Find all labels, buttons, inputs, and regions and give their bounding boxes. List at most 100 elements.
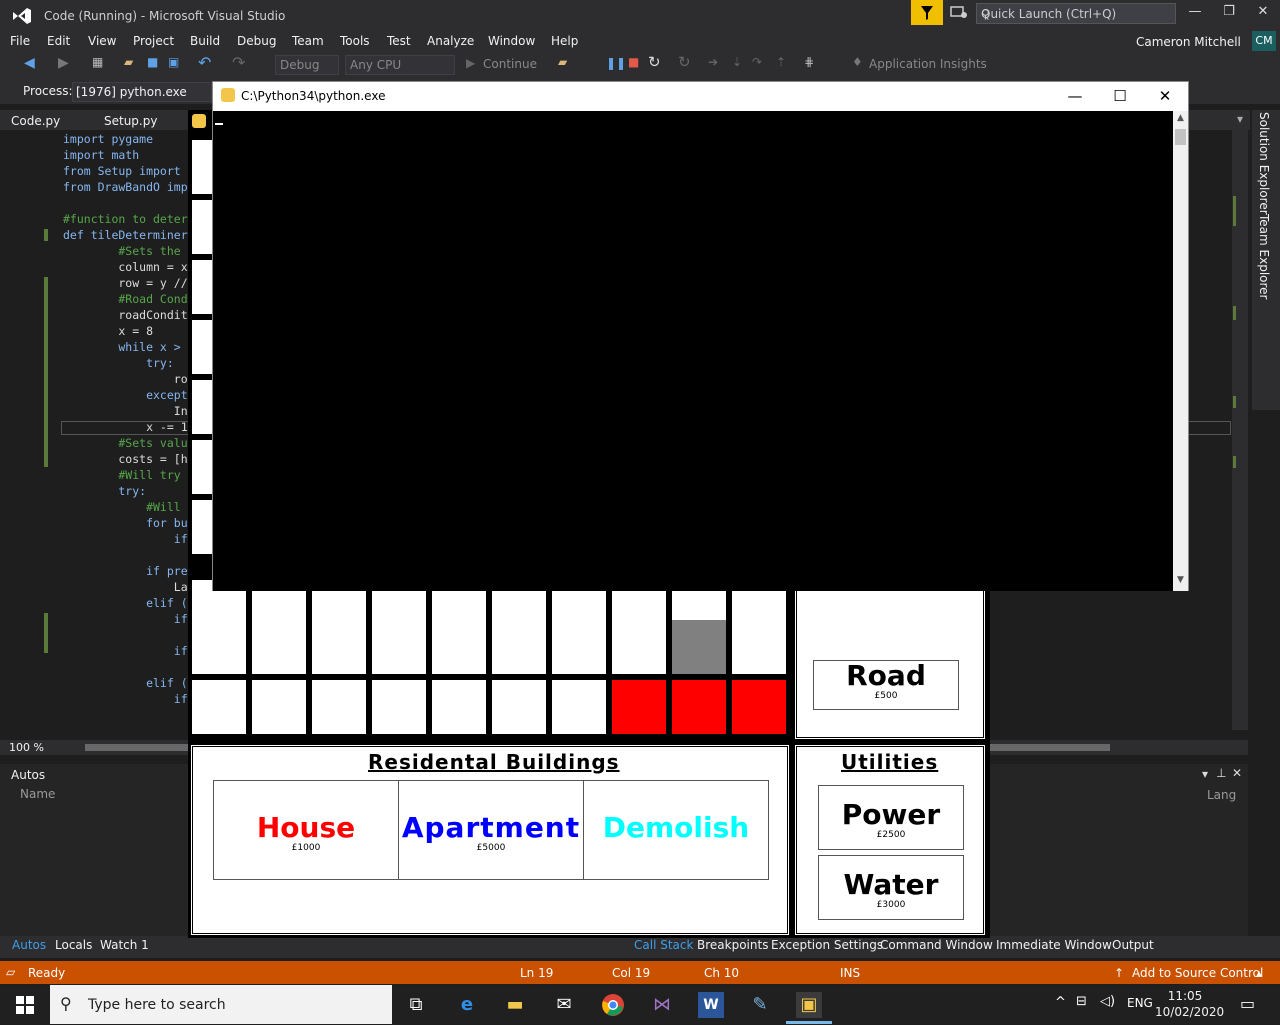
grid-tile[interactable] <box>492 680 546 734</box>
tab-immediate-window[interactable]: Immediate Window <box>996 938 1112 952</box>
grid-tile[interactable] <box>192 680 246 734</box>
mail-icon[interactable]: ✉ <box>551 992 577 1018</box>
visual-studio-icon[interactable]: ⋈ <box>649 992 675 1018</box>
open-file-icon[interactable]: ▰ <box>124 55 133 69</box>
tab-autos[interactable]: Autos <box>12 938 46 952</box>
minimize-button[interactable]: — <box>1180 4 1210 24</box>
forward-icon[interactable]: ▶ <box>58 55 69 71</box>
grid-tile-house[interactable] <box>732 680 786 734</box>
network-icon[interactable]: ⊟ <box>1076 994 1087 1009</box>
platform-dropdown[interactable]: Any CPU <box>345 55 455 75</box>
team-explorer-tab[interactable]: Team Explorer <box>1257 214 1271 300</box>
console-minimize-button[interactable]: — <box>1055 87 1095 107</box>
menu-project[interactable]: Project <box>133 34 174 48</box>
tab-overflow-icon[interactable]: ▾ <box>1237 112 1243 126</box>
stop-icon[interactable]: ■ <box>628 55 639 69</box>
grid-tile[interactable] <box>492 620 546 674</box>
grid-tile-road[interactable] <box>672 620 726 674</box>
apartment-button[interactable]: Apartment £5000 <box>398 780 584 880</box>
menu-team[interactable]: Team <box>292 34 324 48</box>
language-column-header[interactable]: Lang <box>1207 788 1236 802</box>
zoom-dropdown[interactable]: 100 % <box>9 741 44 754</box>
close-panel-icon[interactable]: ✕ <box>1232 766 1242 780</box>
menu-file[interactable]: File <box>10 34 30 48</box>
step-out-icon[interactable]: ⇡ <box>776 55 786 69</box>
tab-locals[interactable]: Locals <box>55 938 92 952</box>
close-button[interactable]: ✕ <box>1248 4 1278 24</box>
step-over-icon[interactable]: ↷ <box>752 55 762 69</box>
grid-tile[interactable] <box>552 620 606 674</box>
taskbar-search-box[interactable]: ⚲ Type here to search <box>50 985 392 1024</box>
back-icon[interactable]: ◀ <box>24 55 35 71</box>
water-button[interactable]: Water £3000 <box>818 855 964 920</box>
menu-analyze[interactable]: Analyze <box>427 34 474 48</box>
step-into-icon[interactable]: ⇣ <box>732 55 742 69</box>
demolish-button[interactable]: Demolish <box>583 780 769 880</box>
grid-tile[interactable] <box>252 680 306 734</box>
hex-display-icon[interactable]: ⋕ <box>804 55 814 69</box>
menu-debug[interactable]: Debug <box>237 34 276 48</box>
lightbulb-icon[interactable]: ♦ <box>852 55 863 69</box>
tab-setup-py[interactable]: Setup.py <box>104 114 157 128</box>
windows-start-icon[interactable] <box>12 992 38 1018</box>
pause-icon[interactable]: ❚❚ <box>606 56 626 70</box>
grid-tile[interactable] <box>312 680 366 734</box>
grid-tile[interactable] <box>192 620 246 674</box>
save-icon[interactable]: ■ <box>147 55 158 69</box>
live-share-icon[interactable] <box>948 3 970 23</box>
tab-command-window[interactable]: Command Window <box>880 938 993 952</box>
grid-tile[interactable] <box>252 620 306 674</box>
grid-tile[interactable] <box>432 680 486 734</box>
console-output-area[interactable] <box>213 111 1173 591</box>
chrome-icon[interactable] <box>600 992 626 1018</box>
pin-icon[interactable]: ⊥ <box>1216 766 1226 780</box>
tab-code-py[interactable]: Code.py <box>11 114 60 128</box>
application-insights-button[interactable]: Application Insights <box>869 57 987 71</box>
scroll-up-icon[interactable]: ▲ <box>1175 113 1186 125</box>
python-console-window[interactable]: C:\Python34\python.exe — ☐ ✕ ▲ ▼ <box>212 81 1189 591</box>
show-hidden-icons[interactable]: ^ <box>1055 995 1066 1010</box>
grid-tile[interactable] <box>312 620 366 674</box>
python-icon[interactable]: ▣ <box>796 992 822 1018</box>
console-scrollbar[interactable]: ▲ ▼ <box>1173 111 1188 591</box>
grid-tile[interactable] <box>432 620 486 674</box>
paint-icon[interactable]: ✎ <box>747 992 773 1018</box>
process-dropdown[interactable]: [1976] python.exe <box>72 82 212 102</box>
maximize-button[interactable]: ❐ <box>1214 4 1244 24</box>
save-all-icon[interactable]: ▣ <box>168 55 179 69</box>
menu-tools[interactable]: Tools <box>340 34 370 48</box>
redo-icon[interactable]: ↷ <box>232 53 245 72</box>
task-view-icon[interactable]: ⧉ <box>403 992 429 1018</box>
menu-edit[interactable]: Edit <box>47 34 70 48</box>
panel-menu-icon[interactable]: ▾ <box>1202 767 1208 781</box>
avatar[interactable]: CM <box>1252 31 1276 51</box>
power-button[interactable]: Power £2500 <box>818 785 964 850</box>
notifications-icon[interactable]: ▭ <box>1240 994 1255 1013</box>
hot-reload-icon[interactable]: ↻ <box>678 53 691 71</box>
console-close-button[interactable]: ✕ <box>1145 87 1185 107</box>
console-maximize-button[interactable]: ☐ <box>1100 87 1140 107</box>
grid-tile-house[interactable] <box>672 680 726 734</box>
tab-watch-1[interactable]: Watch 1 <box>100 938 149 952</box>
undo-icon[interactable]: ↶ <box>198 53 211 72</box>
house-button[interactable]: House £1000 <box>213 780 399 880</box>
edge-browser-icon[interactable]: e <box>454 992 480 1018</box>
menu-window[interactable]: Window <box>488 34 535 48</box>
grid-tile-house[interactable] <box>612 680 666 734</box>
new-project-icon[interactable]: ▦ <box>92 55 103 69</box>
tab-breakpoints[interactable]: Breakpoints <box>697 938 768 952</box>
file-explorer-icon[interactable]: ▬ <box>502 992 528 1018</box>
word-icon[interactable]: W <box>698 992 724 1018</box>
tab-call-stack[interactable]: Call Stack <box>634 938 693 952</box>
grid-tile[interactable] <box>732 620 786 674</box>
show-next-statement-icon[interactable]: ➔ <box>708 55 718 69</box>
user-name[interactable]: Cameron Mitchell <box>1136 35 1241 49</box>
grid-tile[interactable] <box>372 680 426 734</box>
chevron-up-icon[interactable]: ▴ <box>1256 966 1262 980</box>
tab-output[interactable]: Output <box>1112 938 1154 952</box>
menu-test[interactable]: Test <box>387 34 411 48</box>
language-indicator[interactable]: ENG <box>1127 996 1153 1010</box>
feedback-filter-icon[interactable] <box>911 0 943 25</box>
grid-tile[interactable] <box>552 680 606 734</box>
name-column-header[interactable]: Name <box>20 787 55 801</box>
